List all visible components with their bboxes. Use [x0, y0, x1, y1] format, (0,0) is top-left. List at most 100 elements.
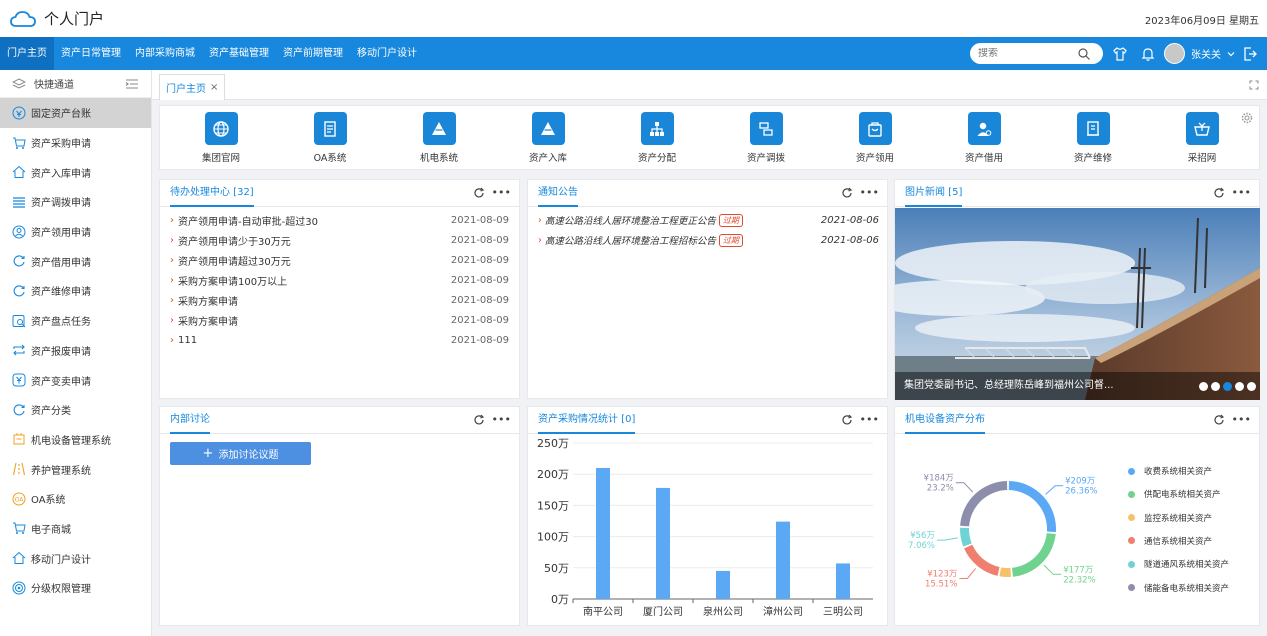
refresh-icon[interactable] — [1213, 414, 1225, 426]
carousel-dot[interactable] — [1247, 382, 1256, 391]
quicklink-repair[interactable]: 资产维修 — [1053, 112, 1133, 164]
slice-value-label: ¥184万 — [924, 474, 954, 484]
nav-item-home[interactable]: 门户主页 — [0, 37, 54, 70]
refresh-icon[interactable] — [841, 414, 853, 426]
chevron-right-icon: › — [170, 334, 174, 346]
quicklink-oa[interactable]: OA系统 — [290, 112, 370, 164]
todo-item[interactable]: › 资产领用申请-自动审批-超过30 2021-08-09 — [170, 210, 509, 230]
refresh-icon[interactable] — [473, 187, 485, 199]
sidebar-item-repair[interactable]: 资产维修申请 — [0, 276, 151, 306]
bar[interactable] — [836, 563, 850, 599]
shirt-icon[interactable] — [1112, 46, 1128, 62]
legend-label: 供配电系统相关资产 — [1144, 490, 1221, 501]
quicklink-label: 资产维修 — [1073, 153, 1112, 164]
more-icon[interactable]: ••• — [860, 187, 879, 199]
search-input[interactable] — [978, 48, 1078, 59]
sidebar-item-mobile-design[interactable]: 移动门户设计 — [0, 543, 151, 573]
more-icon[interactable]: ••• — [860, 414, 879, 426]
notice-item[interactable]: › 高速公路沿线人居环境整治工程更正公告 过期 2021-08-06 — [538, 210, 879, 230]
user-menu[interactable]: 张关关 — [1164, 43, 1236, 64]
asset-icon — [12, 106, 26, 120]
refresh-icon[interactable] — [1213, 187, 1225, 199]
donut-slice[interactable] — [1008, 481, 1056, 533]
quicklink-bidding[interactable]: 采招网 — [1162, 112, 1242, 164]
avatar — [1164, 43, 1185, 64]
nav-item-daily[interactable]: 资产日常管理 — [54, 37, 128, 70]
more-icon[interactable]: ••• — [492, 187, 511, 199]
sidebar-item-procurement[interactable]: 资产采购申请 — [0, 128, 151, 158]
refresh-icon[interactable] — [841, 187, 853, 199]
sidebar-item-borrow[interactable]: 资产借用申请 — [0, 246, 151, 276]
nav-item-early[interactable]: 资产前期管理 — [276, 37, 350, 70]
more-icon[interactable]: ••• — [492, 414, 511, 426]
slice-value-label: ¥56万 — [910, 531, 935, 541]
logout-icon[interactable] — [1242, 46, 1258, 62]
bar[interactable] — [716, 570, 730, 599]
quicklink-requisition[interactable]: 资产领用 — [835, 112, 915, 164]
logo[interactable]: 个人门户 — [10, 8, 104, 29]
legend-item[interactable]: 通信系统相关资产 — [1128, 535, 1212, 547]
sidebar-item-oa[interactable]: OA OA系统 — [0, 484, 151, 514]
cart-icon — [13, 137, 26, 149]
legend-item[interactable]: 储能备电系统相关资产 — [1128, 582, 1229, 594]
sidebar-item-permissions[interactable]: 分级权限管理 — [0, 573, 151, 603]
quicklink-storage[interactable]: 资产入库 — [508, 112, 588, 164]
bell-icon[interactable] — [1140, 46, 1156, 62]
sidebar-item-mep-system[interactable]: 机电设备管理系统 — [0, 425, 151, 455]
gear-icon[interactable] — [1241, 112, 1253, 124]
sidebar-item-label: 养护管理系统 — [31, 465, 91, 477]
carousel-dot[interactable] — [1199, 382, 1208, 391]
sidebar-item-requisition[interactable]: 资产领用申请 — [0, 217, 151, 247]
tab-home[interactable]: 门户主页 × — [159, 74, 226, 100]
donut-slice[interactable] — [999, 567, 1012, 577]
legend-item[interactable]: 收费系统相关资产 — [1128, 465, 1212, 477]
legend-item[interactable]: 供配电系统相关资产 — [1128, 488, 1221, 500]
nav-item-mall[interactable]: 内部采购商城 — [128, 37, 202, 70]
more-icon[interactable]: ••• — [1232, 414, 1251, 426]
carousel-dot[interactable] — [1235, 382, 1244, 391]
close-icon[interactable]: × — [210, 82, 218, 93]
todo-item[interactable]: › 资产领用申请超过30万元 2021-08-09 — [170, 250, 509, 270]
add-topic-button[interactable]: + 添加讨论议题 — [170, 442, 311, 465]
sidebar-item-fixed-asset-ledger[interactable]: 固定资产台账 — [0, 98, 151, 128]
more-icon[interactable]: ••• — [1232, 187, 1251, 199]
carousel-dot-active[interactable] — [1223, 382, 1232, 391]
sidebar-item-transfer[interactable]: 资产调拨申请 — [0, 187, 151, 217]
todo-item[interactable]: › 采购方案申请 2021-08-09 — [170, 310, 509, 330]
quicklink-borrow[interactable]: 资产借用 — [944, 112, 1024, 164]
quicklink-transfer[interactable]: 资产调拨 — [726, 112, 806, 164]
legend-item[interactable]: 隧道通风系统相关资产 — [1128, 558, 1229, 570]
bar[interactable] — [656, 487, 670, 599]
todo-item[interactable]: › 111 2021-08-09 — [170, 330, 509, 350]
nav-item-mobile[interactable]: 移动门户设计 — [350, 37, 424, 70]
legend-item[interactable]: 监控系统相关资产 — [1128, 512, 1212, 524]
bar[interactable] — [776, 521, 790, 599]
sidebar-item-maintenance[interactable]: 养护管理系统 — [0, 454, 151, 484]
collapse-menu-icon[interactable] — [125, 78, 139, 90]
todo-item[interactable]: › 资产领用申请少于30万元 2021-08-09 — [170, 230, 509, 250]
todo-item[interactable]: › 采购方案申请100万以上 2021-08-09 — [170, 270, 509, 290]
todo-item[interactable]: › 采购方案申请 2021-08-09 — [170, 290, 509, 310]
quicklink-mep[interactable]: 机电系统 — [399, 112, 479, 164]
carousel-dot[interactable] — [1211, 382, 1220, 391]
sidebar-item-category[interactable]: 资产分类 — [0, 395, 151, 425]
sidebar-item-eshop[interactable]: 电子商城 — [0, 514, 151, 544]
bar[interactable] — [596, 467, 610, 599]
donut-slice[interactable] — [964, 544, 1000, 576]
donut-slice[interactable] — [960, 527, 972, 547]
fullscreen-icon[interactable] — [1249, 80, 1259, 90]
notice-item[interactable]: › 高速公路沿线人居环境整治工程招标公告 过期 2021-08-06 — [538, 230, 879, 250]
sidebar-item-inventory[interactable]: 资产盘点任务 — [0, 306, 151, 336]
sidebar-item-storage[interactable]: 资产入库申请 — [0, 157, 151, 187]
sidebar-item-label: 资产入库申请 — [31, 168, 91, 180]
news-photo[interactable]: 集团党委副书记、总经理陈岳峰到福州公司督... — [895, 208, 1260, 400]
nav-item-basic[interactable]: 资产基础管理 — [202, 37, 276, 70]
search-icon[interactable] — [1078, 47, 1090, 60]
donut-slice[interactable] — [960, 481, 1008, 527]
sidebar-item-scrap[interactable]: 资产报废申请 — [0, 336, 151, 366]
notice-date: 2021-08-06 — [820, 214, 879, 226]
sidebar-item-sale[interactable]: 资产变卖申请 — [0, 365, 151, 395]
quicklink-group-site[interactable]: 集团官网 — [181, 112, 261, 164]
refresh-icon[interactable] — [473, 414, 485, 426]
quicklink-allocation[interactable]: 资产分配 — [617, 112, 697, 164]
